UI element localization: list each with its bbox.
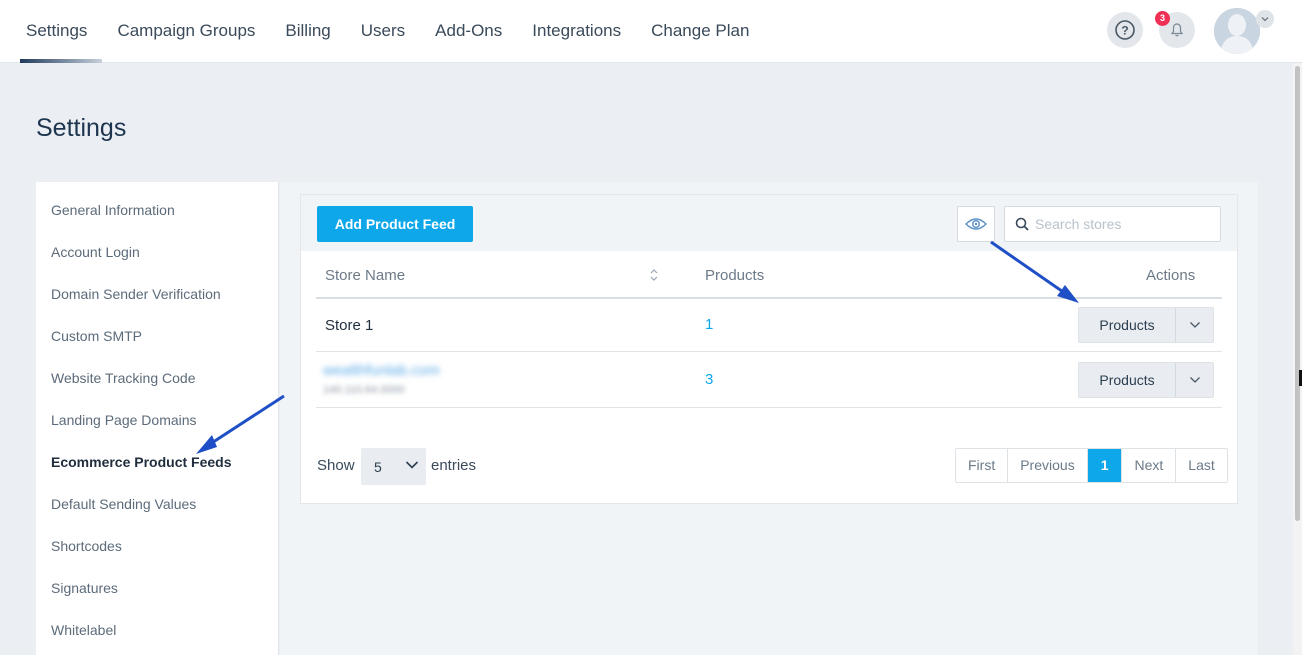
main-nav: Settings Campaign Groups Billing Users A…	[0, 0, 764, 63]
pagination-previous[interactable]: Previous	[1008, 449, 1088, 482]
products-button[interactable]: Products	[1079, 363, 1175, 397]
scrollbar-thumb[interactable]	[1295, 66, 1300, 521]
chevron-down-icon	[1189, 322, 1200, 328]
sidebar-item-shortcodes[interactable]: Shortcodes	[51, 538, 122, 554]
pagination-page-1[interactable]: 1	[1087, 449, 1123, 482]
user-silhouette-icon	[1214, 8, 1260, 54]
account-menu-toggle[interactable]	[1256, 10, 1274, 28]
svg-text:?: ?	[1121, 24, 1128, 38]
row-divider	[316, 351, 1222, 352]
product-count-link[interactable]: 3	[705, 371, 713, 388]
add-product-feed-button[interactable]: Add Product Feed	[317, 206, 473, 242]
pagination-first[interactable]: First	[956, 449, 1009, 482]
toggle-visibility-button[interactable]	[957, 206, 995, 242]
products-button[interactable]: Products	[1079, 308, 1175, 342]
entries-value: 5	[374, 459, 382, 475]
products-dropdown-toggle[interactable]	[1176, 363, 1213, 397]
column-header-actions: Actions	[1146, 267, 1196, 284]
nav-settings[interactable]: Settings	[0, 0, 103, 63]
column-header-products: Products	[705, 267, 765, 284]
row-divider	[316, 407, 1222, 408]
pagination: First Previous 1 Next Last	[955, 448, 1228, 483]
notification-badge: 3	[1155, 11, 1170, 26]
store-name-blurred: wealthfunlab.com	[323, 362, 440, 379]
sidebar-item-ecommerce-product-feeds[interactable]: Ecommerce Product Feeds	[51, 454, 232, 470]
help-button[interactable]: ?	[1107, 12, 1143, 48]
sidebar-item-website-tracking-code[interactable]: Website Tracking Code	[51, 370, 195, 386]
nav-campaign-groups[interactable]: Campaign Groups	[102, 0, 270, 63]
sidebar-item-account-login[interactable]: Account Login	[51, 244, 140, 260]
show-label: Show	[317, 457, 355, 474]
sidebar-item-domain-sender-verification[interactable]: Domain Sender Verification	[51, 286, 221, 302]
search-stores-field[interactable]	[1004, 206, 1221, 242]
store-name: Store 1	[325, 317, 374, 334]
store-subtext-blurred: 140.110.64.0000	[323, 384, 405, 396]
avatar[interactable]	[1214, 8, 1260, 54]
products-action-group: Products	[1078, 362, 1214, 398]
page-title: Settings	[36, 114, 127, 142]
products-action-group: Products	[1078, 307, 1214, 343]
entries-label: entries	[431, 457, 477, 474]
question-circle-icon: ?	[1115, 20, 1135, 40]
sidebar-item-landing-page-domains[interactable]: Landing Page Domains	[51, 412, 197, 428]
sidebar-item-signatures[interactable]: Signatures	[51, 580, 118, 596]
sidebar-item-general-information[interactable]: General Information	[51, 202, 175, 218]
sidebar-item-default-sending-values[interactable]: Default Sending Values	[51, 496, 196, 512]
chevron-down-icon	[405, 461, 419, 469]
eye-icon	[965, 218, 987, 230]
entries-per-page-select[interactable]: 5	[361, 448, 426, 485]
products-dropdown-toggle[interactable]	[1176, 308, 1213, 342]
search-input[interactable]	[1035, 207, 1217, 241]
nav-change-plan[interactable]: Change Plan	[636, 0, 764, 63]
sort-icon[interactable]	[649, 268, 659, 282]
settings-sidebar: General Information Account Login Domain…	[36, 182, 279, 655]
nav-billing[interactable]: Billing	[270, 0, 345, 63]
column-header-store-name[interactable]: Store Name	[325, 267, 405, 284]
chevron-down-icon	[1261, 17, 1269, 22]
product-count-link[interactable]: 1	[705, 316, 713, 333]
sidebar-item-whitelabel[interactable]: Whitelabel	[51, 622, 116, 638]
sidebar-item-custom-smtp[interactable]: Custom SMTP	[51, 328, 142, 344]
header-divider	[316, 297, 1222, 299]
nav-integrations[interactable]: Integrations	[517, 0, 636, 63]
chevron-down-icon	[1189, 377, 1200, 383]
nav-add-ons[interactable]: Add-Ons	[420, 0, 517, 63]
pagination-next[interactable]: Next	[1122, 449, 1177, 482]
bell-icon	[1170, 23, 1184, 37]
search-icon	[1015, 217, 1029, 231]
nav-users[interactable]: Users	[346, 0, 420, 63]
pagination-last[interactable]: Last	[1176, 449, 1226, 482]
